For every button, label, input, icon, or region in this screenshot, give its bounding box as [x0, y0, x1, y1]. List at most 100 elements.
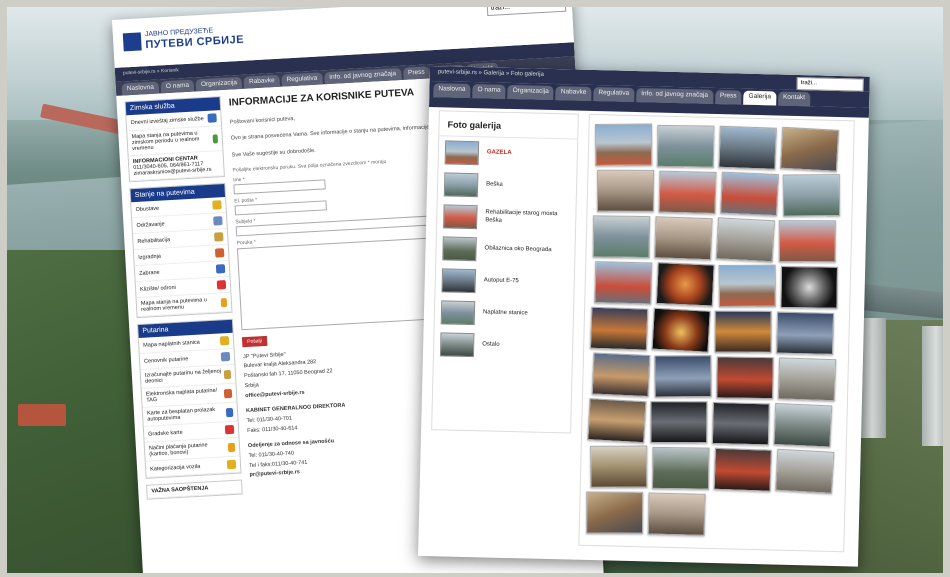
photo-thumbnail[interactable]: [594, 123, 653, 166]
sidebar-item-icon: [225, 407, 234, 417]
tab-3[interactable]: Nabavke: [555, 86, 592, 101]
tab-4[interactable]: Regulativa: [281, 72, 323, 87]
sidebar-item-label: Dnevni izveštaj zimske službe: [130, 115, 204, 126]
album-name[interactable]: Rehabilitacije starog mosta Beška: [485, 210, 569, 228]
logo-icon: [122, 32, 142, 52]
sidebar-item[interactable]: Mapa stanja na putevima u realnom vremen…: [136, 292, 232, 318]
photo-thumbnail[interactable]: [782, 174, 841, 217]
photo-thumbnail[interactable]: [777, 357, 837, 402]
album-thumbnail[interactable]: [443, 204, 478, 230]
sidebar-item-label: Cenovnik putarine: [143, 355, 189, 365]
tab-1[interactable]: O nama: [472, 84, 506, 99]
tab-7[interactable]: Galerija: [743, 90, 777, 106]
sidebar-item-icon: [213, 216, 223, 226]
bridge-pillar: [922, 326, 950, 446]
tab-3[interactable]: Rabavke: [243, 74, 281, 89]
thumbnail-grid: [578, 113, 855, 553]
album-name[interactable]: Naplatne stanice: [483, 309, 528, 318]
tab-5[interactable]: Info. od javnog značaja: [635, 88, 714, 104]
photo-thumbnail[interactable]: [596, 169, 655, 212]
photo-thumbnail[interactable]: [711, 402, 770, 446]
sidebar: Zimska služba Dnevni izveštaj zimske slu…: [124, 96, 243, 506]
album-item[interactable]: Beška: [438, 168, 577, 203]
photo-thumbnail[interactable]: [592, 215, 651, 259]
sidebar-item-icon: [219, 335, 230, 346]
album-name[interactable]: Ostalo: [482, 341, 499, 349]
album-thumbnail[interactable]: [441, 268, 477, 294]
photo-thumbnail[interactable]: [779, 126, 840, 172]
sidebar-item-icon: [223, 388, 233, 398]
photo-thumbnail[interactable]: [590, 445, 648, 488]
photo-thumbnail[interactable]: [720, 171, 779, 217]
photo-thumbnail[interactable]: [656, 124, 715, 168]
albums: GAZELA Beška Rehabilitacije starog mosta B…: [434, 136, 577, 363]
sidebar-item-icon: [224, 424, 235, 435]
album-name[interactable]: Beška: [486, 182, 503, 190]
winter-service-box: Zimska služba Dnevni izveštaj zimske slu…: [124, 96, 225, 183]
album-item[interactable]: Autoput E-75: [435, 264, 574, 299]
photo-thumbnail[interactable]: [715, 217, 775, 263]
photo-scene: ЈАВНО ПРЕДУЗЕЋЕ ПУТЕВИ СРБИЈЕ traži... p…: [0, 0, 950, 577]
album-name[interactable]: Autoput E-75: [484, 277, 519, 286]
send-button[interactable]: Pošalji: [241, 335, 268, 347]
tab-8[interactable]: Kontakt: [777, 91, 811, 107]
info-center: INFORMACIONI CENTAR 011/3040-605, 064/86…: [128, 151, 224, 182]
tab-0[interactable]: Naslovna: [433, 83, 471, 98]
photo-thumbnail[interactable]: [586, 491, 644, 534]
photo-thumbnail[interactable]: [587, 398, 647, 444]
tab-4[interactable]: Regulativa: [593, 87, 635, 102]
tab-2[interactable]: Organizacija: [507, 84, 554, 101]
album-item[interactable]: Rehabilitacije starog mosta Beška: [437, 200, 576, 235]
search-input[interactable]: traži...: [796, 76, 864, 92]
gallery-title: Foto galerija: [439, 111, 578, 140]
tab-6[interactable]: Press: [402, 66, 430, 80]
tab-1[interactable]: O nama: [160, 79, 195, 94]
album-item[interactable]: Naplatne stanice: [435, 296, 574, 331]
sidebar-item-label: Gradske karte: [148, 429, 183, 438]
photo-thumbnail[interactable]: [594, 261, 653, 305]
photo-thumbnail[interactable]: [655, 262, 715, 307]
toll-list: Mapa naplatnih stanica Cenovnik putarine I…: [138, 332, 241, 478]
sidebar-item-label: Načini plaćanja putarine (kartice, bonov…: [148, 442, 208, 458]
photo-thumbnail[interactable]: [780, 265, 838, 309]
album-item[interactable]: Ostalo: [434, 328, 573, 363]
sidebar-item-icon: [220, 297, 228, 307]
album-thumbnail[interactable]: [439, 332, 475, 358]
album-thumbnail[interactable]: [444, 140, 480, 166]
sidebar-item-label: Klizište/ odroni: [139, 284, 176, 293]
photo-thumbnail[interactable]: [658, 170, 717, 215]
sidebar-item-label: Karte za besplatan prolazak autoputevima: [146, 406, 216, 423]
album-item[interactable]: Obilaznica oko Beograda: [436, 232, 575, 267]
photo-thumbnail[interactable]: [718, 264, 776, 308]
photo-thumbnail[interactable]: [776, 311, 835, 355]
tab-0[interactable]: Naslovna: [121, 81, 160, 96]
photo-thumbnail[interactable]: [654, 355, 712, 398]
photo-thumbnail[interactable]: [591, 352, 651, 398]
message-field[interactable]: [236, 236, 454, 331]
album-item[interactable]: GAZELA: [439, 136, 578, 171]
photo-thumbnail[interactable]: [651, 307, 711, 353]
album-thumbnail[interactable]: [442, 236, 477, 262]
photo-thumbnail[interactable]: [589, 306, 649, 351]
photo-thumbnail[interactable]: [651, 446, 710, 490]
sidebar-item-icon: [214, 232, 224, 242]
tab-6[interactable]: Press: [714, 89, 742, 105]
album-name[interactable]: Obilaznica oko Beograda: [484, 245, 551, 254]
photo-thumbnail[interactable]: [713, 447, 772, 492]
important-notices-link[interactable]: VAŽNA SAOPŠTENJA: [147, 480, 242, 499]
photo-thumbnail[interactable]: [778, 220, 836, 263]
tab-2[interactable]: Organizacija: [195, 76, 243, 92]
search-input[interactable]: traži...: [486, 0, 567, 17]
photo-thumbnail[interactable]: [654, 216, 713, 261]
photo-thumbnail[interactable]: [775, 448, 835, 494]
photo-thumbnail[interactable]: [718, 125, 777, 170]
photo-thumbnail[interactable]: [714, 310, 772, 353]
album-thumbnail[interactable]: [443, 172, 479, 198]
tab-5[interactable]: Info. od javnog značaja: [323, 67, 402, 85]
photo-thumbnail[interactable]: [650, 401, 708, 444]
album-name[interactable]: GAZELA: [487, 150, 512, 158]
photo-thumbnail[interactable]: [647, 492, 706, 536]
photo-thumbnail[interactable]: [773, 402, 833, 448]
album-thumbnail[interactable]: [440, 300, 476, 326]
photo-thumbnail[interactable]: [716, 356, 774, 400]
